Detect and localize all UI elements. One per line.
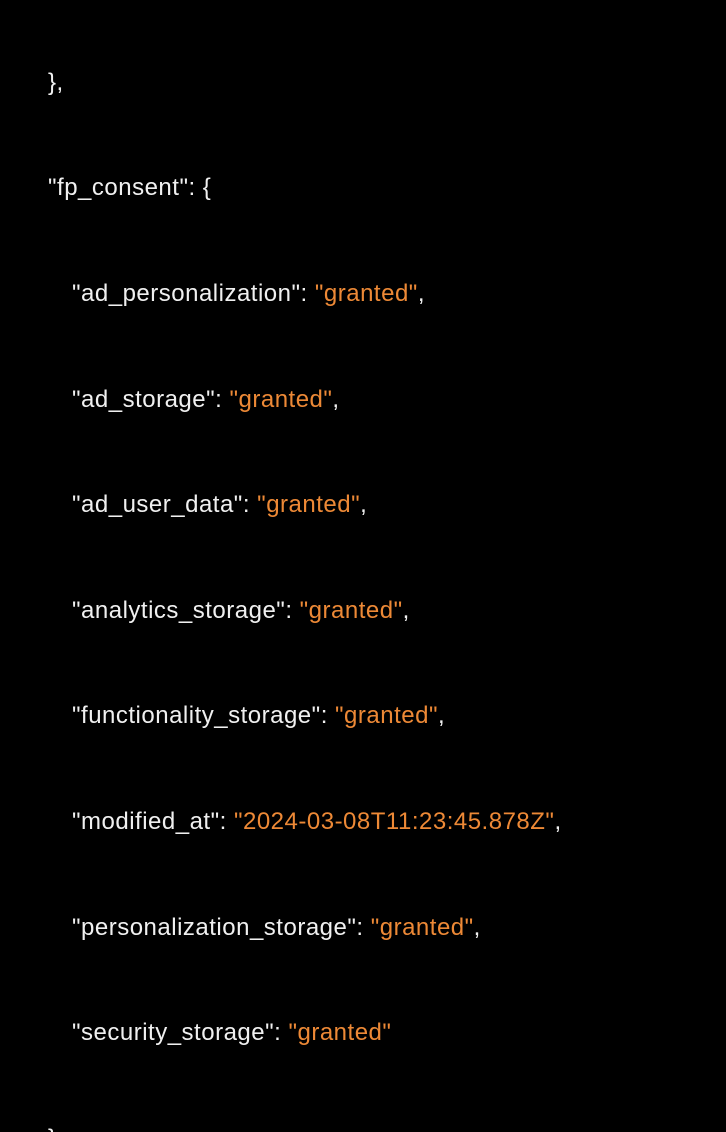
fp-consent-key: "fp_consent": { <box>48 174 211 201</box>
closing-brace-line: }, <box>0 57 726 110</box>
colon: : <box>274 1019 288 1046</box>
brace-close: }, <box>48 1125 64 1132</box>
json-key: "ad_user_data" <box>72 491 243 518</box>
colon: : <box>243 491 257 518</box>
comma: , <box>332 386 339 413</box>
json-value: "granted" <box>371 914 474 941</box>
comma: , <box>438 702 445 729</box>
security-storage-line: "security_storage": "granted" <box>0 1007 726 1060</box>
colon: : <box>220 808 234 835</box>
analytics-storage-line: "analytics_storage": "granted", <box>0 585 726 638</box>
colon: : <box>301 280 315 307</box>
json-code-block: }, "fp_consent": { "ad_personalization":… <box>0 0 726 1132</box>
comma: , <box>418 280 425 307</box>
colon: : <box>321 702 335 729</box>
fp-consent-open-line: "fp_consent": { <box>0 162 726 215</box>
json-value: "granted" <box>288 1019 391 1046</box>
colon: : <box>215 386 229 413</box>
json-value: "granted" <box>300 597 403 624</box>
json-key: "functionality_storage" <box>72 702 321 729</box>
fp-consent-close-line: }, <box>0 1113 726 1132</box>
json-key: "personalization_storage" <box>72 914 356 941</box>
comma: , <box>554 808 561 835</box>
personalization-storage-line: "personalization_storage": "granted", <box>0 902 726 955</box>
json-key: "analytics_storage" <box>72 597 285 624</box>
functionality-storage-line: "functionality_storage": "granted", <box>0 690 726 743</box>
colon: : <box>356 914 370 941</box>
ad-personalization-line: "ad_personalization": "granted", <box>0 268 726 321</box>
comma: , <box>360 491 367 518</box>
json-key: "security_storage" <box>72 1019 274 1046</box>
modified-at-line: "modified_at": "2024-03-08T11:23:45.878Z… <box>0 796 726 849</box>
json-key: "ad_storage" <box>72 386 215 413</box>
ad-storage-line: "ad_storage": "granted", <box>0 374 726 427</box>
json-value: "2024-03-08T11:23:45.878Z" <box>234 808 554 835</box>
json-key: "modified_at" <box>72 808 220 835</box>
json-value: "granted" <box>335 702 438 729</box>
json-key: "ad_personalization" <box>72 280 301 307</box>
comma: , <box>403 597 410 624</box>
ad-user-data-line: "ad_user_data": "granted", <box>0 479 726 532</box>
brace-close: }, <box>48 69 64 96</box>
json-value: "granted" <box>229 386 332 413</box>
colon: : <box>285 597 299 624</box>
comma: , <box>474 914 481 941</box>
json-value: "granted" <box>257 491 360 518</box>
json-value: "granted" <box>315 280 418 307</box>
